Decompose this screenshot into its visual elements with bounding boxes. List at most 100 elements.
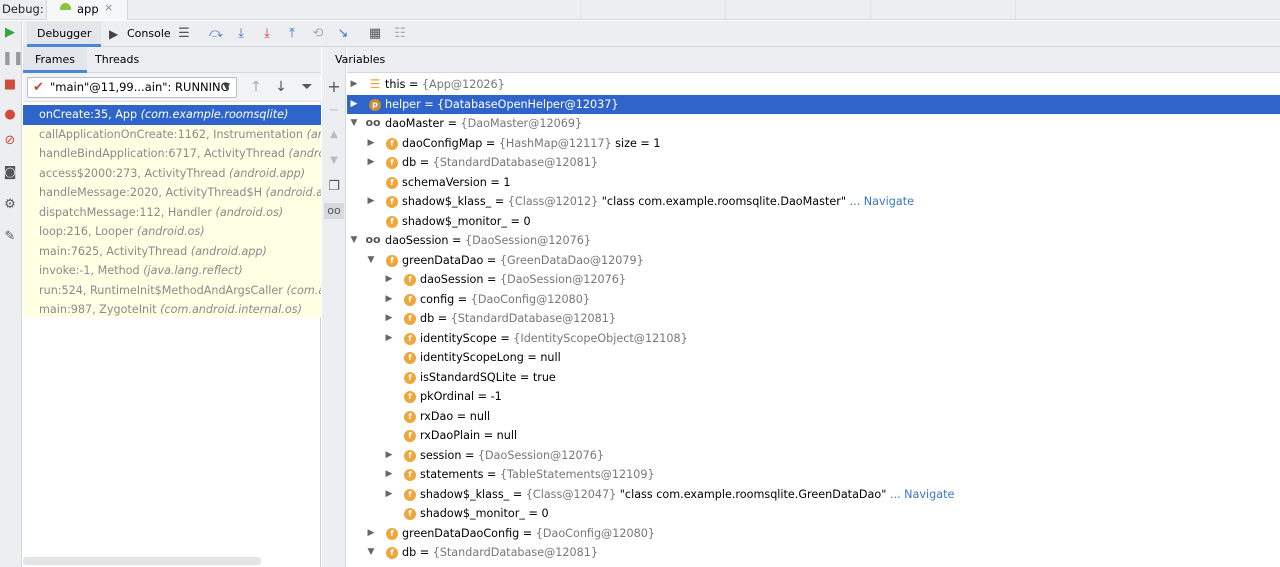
frame-package: (android.app) bbox=[190, 244, 267, 258]
frame-method: access$2000:273, ActivityThread bbox=[39, 166, 230, 180]
frame-package: (android.app) bbox=[306, 127, 321, 141]
view-breakpoints-icon[interactable]: ● bbox=[2, 107, 18, 123]
variable-row[interactable]: ▶ f db = {StandardDatabase@12081} bbox=[347, 309, 1280, 329]
variable-row[interactable]: f rxDaoPlain = null bbox=[347, 426, 1280, 446]
expand-arrow-icon[interactable]: ▶ bbox=[384, 446, 394, 466]
thread-dropdown[interactable]: ✔ "main"@11,99...ain": RUNNING ▼ bbox=[27, 77, 237, 98]
expand-arrow-icon[interactable]: ▶ bbox=[384, 290, 394, 310]
remove-watch-icon[interactable]: − bbox=[326, 103, 342, 119]
field-icon: f bbox=[404, 488, 416, 501]
frame-item[interactable]: callApplicationOnCreate:1162, Instrument… bbox=[23, 125, 321, 145]
mute-breakpoints-icon[interactable]: ⊘ bbox=[2, 133, 18, 149]
camera-icon[interactable]: ◙ bbox=[2, 165, 18, 181]
variable-row[interactable]: f identityScopeLong = null bbox=[347, 348, 1280, 368]
variables-header: Variables bbox=[335, 47, 1280, 73]
copy-icon[interactable]: ❐ bbox=[326, 179, 342, 195]
chevron-down-icon: ▼ bbox=[223, 82, 230, 92]
collapse-arrow-icon[interactable]: ▼ bbox=[366, 543, 376, 563]
frame-item[interactable]: run:524, RuntimeInit$MethodAndArgsCaller… bbox=[23, 281, 321, 301]
variable-row[interactable]: ▶ f session = {DaoSession@12076} bbox=[347, 446, 1280, 466]
frame-item[interactable]: main:987, ZygoteInit (com.android.intern… bbox=[23, 300, 321, 320]
variable-row[interactable]: ▶ f shadow$_klass_ = {Class@12047} "clas… bbox=[347, 485, 1280, 505]
frame-item[interactable]: handleMessage:2020, ActivityThread$H (an… bbox=[23, 183, 321, 203]
horizontal-scrollbar[interactable] bbox=[23, 557, 261, 565]
tab-debugger[interactable]: Debugger bbox=[27, 21, 102, 47]
close-icon[interactable]: × bbox=[104, 1, 113, 14]
pause-icon[interactable]: ❚❚ bbox=[2, 51, 24, 67]
field-icon: f bbox=[404, 449, 416, 462]
variable-row[interactable]: f isStandardSQLite = true bbox=[347, 368, 1280, 388]
evaluate-expression-icon[interactable]: ▦ bbox=[366, 25, 384, 43]
variable-row[interactable]: ▶ f identityScope = {IdentityScopeObject… bbox=[347, 329, 1280, 349]
frame-item[interactable]: invoke:-1, Method (java.lang.reflect) bbox=[23, 261, 321, 281]
step-over-icon[interactable]: ⤓ bbox=[232, 25, 250, 43]
expand-arrow-icon[interactable]: ▶ bbox=[384, 329, 394, 349]
step-into-icon[interactable]: ⤓ bbox=[258, 25, 276, 43]
tab-threads[interactable]: Threads bbox=[83, 47, 151, 73]
add-watch-icon[interactable]: + bbox=[326, 79, 342, 95]
expand-arrow-icon[interactable]: ▶ bbox=[366, 192, 376, 212]
tab-console[interactable]: ▶ Console bbox=[105, 21, 181, 47]
variable-row[interactable]: ▶ f shadow$_klass_ = {Class@12012} "clas… bbox=[347, 192, 1280, 212]
variable-row[interactable]: ▶ f daoSession = {DaoSession@12076} bbox=[347, 270, 1280, 290]
collapse-arrow-icon[interactable]: ▼ bbox=[349, 114, 359, 134]
arrow-up-icon[interactable]: ↑ bbox=[247, 78, 265, 96]
collapse-arrow-icon[interactable]: ▼ bbox=[349, 231, 359, 251]
expand-arrow-icon[interactable]: ▶ bbox=[384, 270, 394, 290]
variable-row[interactable]: ▶ f config = {DaoConfig@12080} bbox=[347, 290, 1280, 310]
navigate-link[interactable]: ... Navigate bbox=[850, 195, 914, 208]
variable-row[interactable]: f shadow$_monitor_ = 0 bbox=[347, 504, 1280, 524]
variable-row[interactable]: ▼ oo daoMaster = {DaoMaster@12069} bbox=[347, 114, 1280, 134]
variable-row[interactable]: ▶ ☰ this = {App@12026} bbox=[347, 75, 1280, 95]
run-to-cursor-icon[interactable]: ↘ bbox=[334, 25, 352, 43]
debug-label: Debug: bbox=[2, 2, 44, 16]
expand-arrow-icon[interactable]: ▶ bbox=[366, 153, 376, 173]
pin-icon[interactable]: ✎ bbox=[2, 229, 18, 245]
watches-toggle-icon[interactable]: oo bbox=[324, 203, 344, 219]
variable-row[interactable]: f pkOrdinal = -1 bbox=[347, 387, 1280, 407]
move-up-icon[interactable]: ▲ bbox=[326, 127, 342, 143]
trace-icon[interactable]: ☷ bbox=[391, 25, 409, 43]
menu-icon[interactable]: ☰ bbox=[175, 25, 193, 43]
expand-arrow-icon[interactable]: ▶ bbox=[384, 309, 394, 329]
variable-row[interactable]: ▶ f greenDataDaoConfig = {DaoConfig@1208… bbox=[347, 524, 1280, 544]
step-out-icon[interactable]: ⤒ bbox=[283, 25, 301, 43]
variable-row[interactable]: f schemaVersion = 1 bbox=[347, 173, 1280, 193]
expand-arrow-icon[interactable]: ▶ bbox=[366, 524, 376, 544]
variable-name: shadow$_monitor_ bbox=[402, 214, 507, 228]
resume-icon[interactable]: ▶ bbox=[2, 25, 18, 41]
gear-icon[interactable]: ⚙ bbox=[2, 197, 18, 213]
move-down-icon[interactable]: ▼ bbox=[326, 153, 342, 169]
frame-item[interactable]: handleBindApplication:6717, ActivityThre… bbox=[23, 144, 321, 164]
filter-icon[interactable]: ⏷ bbox=[298, 78, 316, 96]
variable-row[interactable]: ▶ f db = {StandardDatabase@12081} bbox=[347, 153, 1280, 173]
variable-row[interactable]: ▶ f daoConfigMap = {HashMap@12117} size … bbox=[347, 134, 1280, 154]
variable-row[interactable]: ▼ oo daoSession = {DaoSession@12076} bbox=[347, 231, 1280, 251]
frame-item[interactable]: access$2000:273, ActivityThread (android… bbox=[23, 164, 321, 184]
navigate-link[interactable]: ... Navigate bbox=[890, 488, 954, 501]
expand-arrow-icon[interactable]: ▶ bbox=[349, 95, 359, 115]
stop-icon[interactable]: ■ bbox=[2, 77, 18, 93]
expand-arrow-icon[interactable]: ▶ bbox=[384, 485, 394, 505]
variable-row[interactable]: ▼ f db = {StandardDatabase@12081} bbox=[347, 543, 1280, 563]
expand-arrow-icon[interactable]: ▶ bbox=[349, 75, 359, 95]
variable-row[interactable]: ▶ p helper = {DatabaseOpenHelper@12037} bbox=[347, 94, 1280, 115]
drop-frame-icon[interactable]: ⟲ bbox=[309, 25, 327, 43]
frame-item[interactable]: onCreate:35, App (com.example.roomsqlite… bbox=[23, 105, 321, 125]
tab-frames[interactable]: Frames bbox=[23, 47, 88, 73]
variable-row[interactable]: ▼ f greenDataDao = {GreenDataDao@12079} bbox=[347, 251, 1280, 271]
arrow-down-icon[interactable]: ↓ bbox=[272, 78, 290, 96]
expand-arrow-icon[interactable]: ▶ bbox=[384, 465, 394, 485]
show-execution-point-icon[interactable]: ⤼ bbox=[207, 25, 225, 43]
tab-app[interactable]: app × bbox=[46, 0, 128, 20]
frame-item[interactable]: dispatchMessage:112, Handler (android.os… bbox=[23, 203, 321, 223]
frame-package: (java.lang.reflect) bbox=[143, 264, 243, 277]
collapse-arrow-icon[interactable]: ▼ bbox=[366, 251, 376, 271]
frame-item[interactable]: main:7625, ActivityThread (android.app) bbox=[23, 242, 321, 262]
variable-row[interactable]: f rxDao = null bbox=[347, 407, 1280, 427]
expand-arrow-icon[interactable]: ▶ bbox=[366, 134, 376, 154]
frame-item[interactable]: loop:216, Looper (android.os) bbox=[23, 222, 321, 242]
variable-row[interactable]: ▶ f statements = {TableStatements@12109} bbox=[347, 465, 1280, 485]
variable-row[interactable]: f shadow$_monitor_ = 0 bbox=[347, 212, 1280, 232]
variable-name: db bbox=[402, 156, 417, 169]
